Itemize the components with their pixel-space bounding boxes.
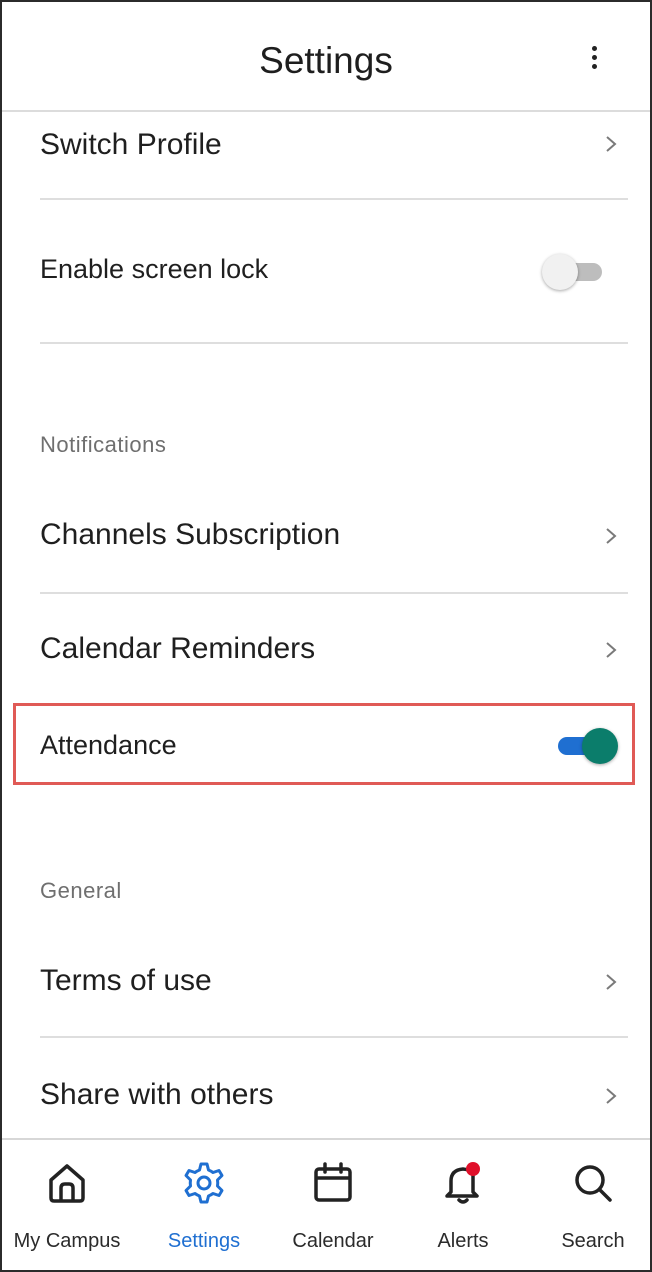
switch-profile-label: Switch Profile: [40, 128, 222, 161]
chevron-right-icon: [606, 528, 617, 544]
section-header-general: General: [40, 878, 122, 903]
share-with-others-label: Share with others: [40, 1078, 274, 1111]
nav-label: Search: [561, 1230, 625, 1252]
nav-alerts[interactable]: Alerts: [398, 1140, 528, 1270]
calendar-reminders-row[interactable]: Calendar Reminders: [38, 594, 628, 700]
chevron-right-icon: [606, 642, 617, 658]
attendance-row: Attendance: [38, 706, 628, 782]
nav-settings[interactable]: Settings: [139, 1140, 269, 1270]
page-title: Settings: [259, 40, 393, 81]
home-icon: [49, 1164, 85, 1203]
nav-label: Settings: [167, 1230, 241, 1252]
more-vertical-icon[interactable]: [584, 46, 604, 76]
chevron-right-icon: [606, 1088, 617, 1104]
terms-of-use-row[interactable]: Terms of use: [38, 936, 628, 1036]
attendance-label: Attendance: [40, 730, 177, 760]
chevron-right-icon: [606, 974, 617, 990]
calendar-reminders-label: Calendar Reminders: [40, 632, 316, 665]
notification-badge: [466, 1162, 480, 1176]
nav-label: Alerts: [437, 1230, 489, 1252]
nav-label: My Campus: [13, 1230, 121, 1252]
chevron-right-icon: [606, 136, 617, 152]
share-with-others-row[interactable]: Share with others: [38, 1038, 628, 1136]
app-header: Settings: [2, 2, 650, 112]
screen-lock-row: Enable screen lock: [38, 200, 628, 342]
nav-search[interactable]: Search: [528, 1140, 650, 1270]
channels-subscription-row[interactable]: Channels Subscription: [38, 492, 628, 592]
bell-icon: [445, 1162, 480, 1204]
screen-lock-label: Enable screen lock: [40, 254, 269, 284]
terms-of-use-label: Terms of use: [40, 964, 212, 997]
section-header-notifications: Notifications: [40, 432, 167, 457]
nav-label: Calendar: [292, 1230, 374, 1252]
screen-lock-toggle[interactable]: [542, 254, 606, 290]
channels-subscription-label: Channels Subscription: [40, 518, 341, 551]
search-icon: [575, 1165, 612, 1202]
nav-calendar[interactable]: Calendar: [268, 1140, 398, 1270]
switch-profile-row[interactable]: Switch Profile: [38, 112, 628, 198]
toggle-thumb: [582, 728, 618, 764]
toggle-thumb: [542, 254, 578, 290]
app-screen: Settings Switch Profile Enable screen lo…: [0, 0, 652, 1272]
calendar-icon: [314, 1162, 352, 1202]
gear-icon: [184, 1162, 224, 1204]
attendance-toggle[interactable]: [554, 728, 618, 764]
nav-my-campus[interactable]: My Campus: [2, 1140, 132, 1270]
divider: [40, 342, 628, 344]
bottom-navigation: My Campus Settings Calendar Alerts Searc…: [2, 1138, 650, 1270]
